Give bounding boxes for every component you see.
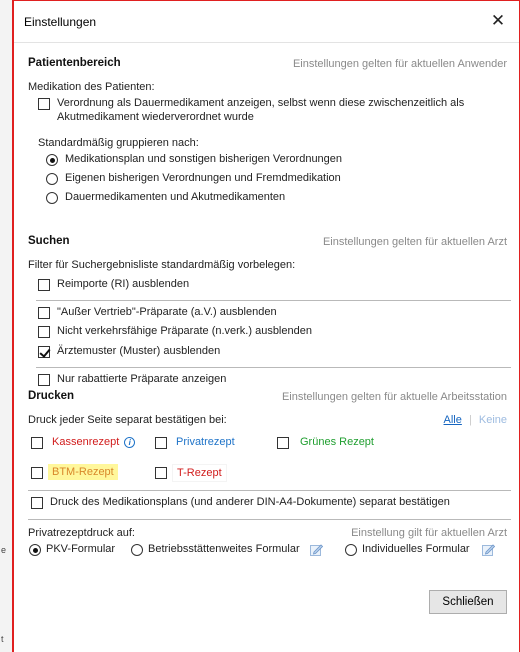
kassenrezept-label: Kassenrezept: [52, 436, 120, 448]
reimport-label: Reimporte (RI) ausblenden: [57, 278, 190, 290]
background-text-fragment: t: [1, 634, 4, 644]
separator: [28, 490, 511, 491]
kassenrezept-chip: Kassenrezept i: [48, 434, 139, 450]
privatrezept-label: Privatrezept: [176, 436, 235, 448]
t-rezept-label: T-Rezept: [172, 464, 227, 482]
gruenes-rezept-checkbox[interactable]: [277, 437, 289, 449]
edit-icon[interactable]: [482, 543, 495, 556]
close-button[interactable]: Schließen: [429, 590, 507, 614]
medication-label: Medikation des Patienten:: [28, 81, 155, 93]
nicht-verkehrsfaehig-label: Nicht verkehrsfähige Präparate (n.verk.)…: [57, 325, 312, 337]
section-title-patient: Patientenbereich: [28, 57, 121, 69]
rabattiert-label: Nur rabattierte Präparate anzeigen: [57, 373, 227, 385]
edit-icon[interactable]: [310, 543, 323, 556]
section-note-search: Einstellungen gelten für aktuellen Arzt: [322, 236, 507, 248]
aerztemuster-checkbox[interactable]: [38, 346, 50, 358]
private-print-note: Einstellung gilt für aktuellen Arzt: [351, 527, 507, 539]
dauer-medication-checkbox[interactable]: [38, 98, 50, 110]
background-text-fragment: e: [1, 545, 7, 555]
btm-rezept-checkbox[interactable]: [31, 467, 43, 479]
group-label: Standardmäßig gruppieren nach:: [38, 137, 199, 149]
group-radio-own-prescriptions[interactable]: [46, 173, 58, 185]
pkv-formular-label: PKV-Formular: [46, 543, 116, 555]
group-radio-medplan[interactable]: [46, 154, 58, 166]
nicht-verkehrsfaehig-checkbox[interactable]: [38, 326, 50, 338]
betriebsstaette-formular-label: Betriebsstättenweites Formular: [148, 543, 300, 555]
select-all-link[interactable]: Alle: [444, 414, 462, 426]
rabattiert-checkbox[interactable]: [38, 374, 50, 386]
section-note-patient: Einstellungen gelten für aktuellen Anwen…: [292, 58, 507, 70]
dialog-titlebar: Einstellungen ✕: [14, 1, 519, 43]
info-icon[interactable]: i: [124, 437, 136, 448]
dauer-medication-label-line2: Akutmedikament wiederverordnet wurde: [57, 111, 254, 123]
select-links: Alle | Keine: [444, 414, 507, 426]
individuelles-formular-label: Individuelles Formular: [362, 543, 470, 555]
reimport-checkbox[interactable]: [38, 279, 50, 291]
separator: [36, 367, 511, 368]
gruenes-rezept-label: Grünes Rezept: [300, 436, 374, 448]
pkv-formular-radio[interactable]: [29, 544, 41, 556]
section-title-print: Drucken: [28, 390, 75, 402]
t-rezept-checkbox[interactable]: [155, 467, 167, 479]
ausser-vertrieb-checkbox[interactable]: [38, 307, 50, 319]
link-divider: |: [468, 414, 472, 426]
separator: [28, 519, 511, 520]
ausser-vertrieb-label: "Außer Vertrieb"-Präparate (a.V.) ausble…: [57, 306, 277, 318]
section-note-print: Einstellungen gelten für aktuelle Arbeit…: [281, 391, 507, 403]
settings-dialog: Einstellungen ✕ Patientenbereich Einstel…: [12, 0, 520, 652]
betriebsstaette-formular-radio[interactable]: [131, 544, 143, 556]
medplan-confirm-checkbox[interactable]: [31, 497, 43, 509]
filter-label: Filter für Suchergebnisliste standardmäß…: [28, 259, 296, 271]
privatrezept-checkbox[interactable]: [155, 437, 167, 449]
dialog-title: Einstellungen: [24, 15, 97, 29]
group-option-label: Eigenen bisherigen Verordnungen und Frem…: [65, 172, 341, 184]
medplan-confirm-label: Druck des Medikationsplans (und anderer …: [50, 496, 450, 508]
individuelles-formular-radio[interactable]: [345, 544, 357, 556]
select-none-link[interactable]: Keine: [479, 414, 507, 426]
aerztemuster-label: Ärztemuster (Muster) ausblenden: [57, 345, 221, 357]
background-window-strip: e t: [0, 0, 12, 652]
kassenrezept-checkbox[interactable]: [31, 437, 43, 449]
close-icon[interactable]: ✕: [487, 10, 509, 32]
private-print-label: Privatrezeptdruck auf:: [28, 527, 135, 539]
separator: [36, 300, 511, 301]
dauer-medication-label-line1: Verordnung als Dauermedikament anzeigen,…: [57, 97, 465, 109]
btm-rezept-label: BTM-Rezept: [48, 464, 118, 480]
group-option-label: Medikationsplan und sonstigen bisherigen…: [65, 153, 343, 165]
group-radio-dauer-akut[interactable]: [46, 192, 58, 204]
section-title-search: Suchen: [28, 235, 70, 247]
group-option-label: Dauermedikamenten und Akutmedikamenten: [65, 191, 286, 203]
print-confirm-label: Druck jeder Seite separat bestätigen bei…: [28, 414, 227, 426]
